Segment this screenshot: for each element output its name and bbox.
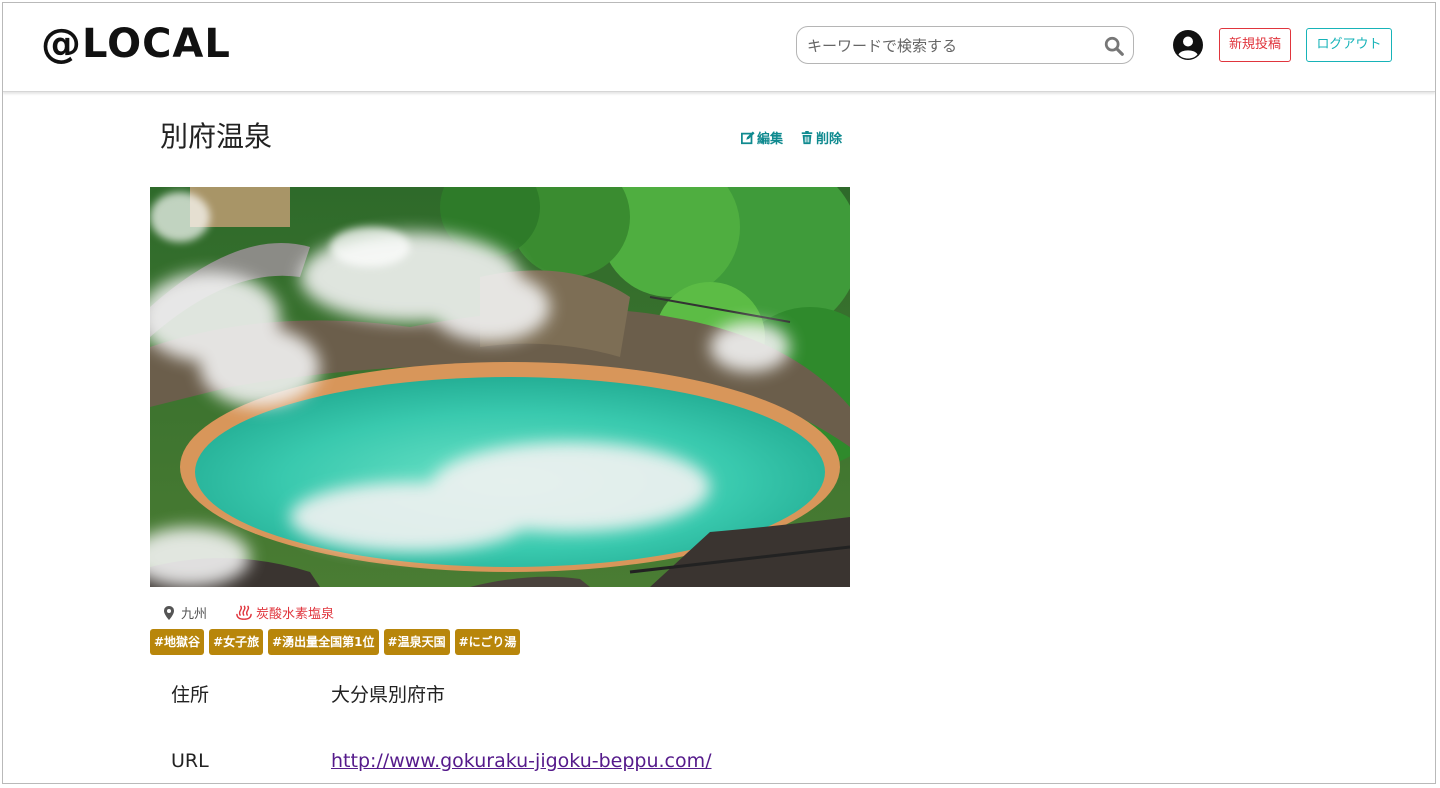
delete-link[interactable]: 削除 (800, 128, 842, 147)
region-info: 九州 (161, 603, 207, 622)
site-logo[interactable]: @LOCAL (41, 20, 231, 68)
url-link[interactable]: http://www.gokuraku-jigoku-beppu.com/ (331, 750, 712, 772)
tag-item[interactable]: #温泉天国 (383, 629, 450, 655)
url-label: URL (171, 750, 209, 772)
post-title: 別府温泉 (160, 120, 273, 153)
map-pin-icon (164, 605, 174, 620)
spring-type-label: 炭酸水素塩泉 (256, 607, 335, 622)
logout-button[interactable]: ログアウト (1306, 28, 1392, 62)
user-circle-icon[interactable] (1173, 30, 1203, 60)
tag-list: #地獄谷 #女子旅 #湧出量全国第1位 #温泉天国 #にごり湯 (150, 629, 521, 655)
trash-icon (801, 130, 813, 144)
tag-item[interactable]: #にごり湯 (454, 629, 521, 655)
edit-link[interactable]: 編集 (741, 128, 783, 147)
search-icon[interactable] (1103, 35, 1125, 57)
search-box (796, 26, 1134, 65)
address-label: 住所 (171, 684, 210, 706)
hot-spring-icon (236, 604, 252, 620)
hot-spring-photo (150, 187, 850, 587)
tag-item[interactable]: #湧出量全国第1位 (268, 629, 379, 655)
site-header: @LOCAL 新規投稿 ログアウト (3, 3, 1435, 92)
region-label: 九州 (181, 607, 208, 622)
edit-label: 編集 (757, 132, 784, 147)
edit-icon (741, 130, 755, 144)
search-input[interactable] (805, 27, 1099, 65)
address-value: 大分県別府市 (331, 684, 446, 706)
tag-item[interactable]: #女子旅 (209, 629, 264, 655)
spring-type-info: 炭酸水素塩泉 (236, 603, 334, 622)
new-post-button[interactable]: 新規投稿 (1219, 28, 1291, 62)
page-frame: @LOCAL 新規投稿 ログアウト 別府温泉 編集 (2, 2, 1436, 784)
tag-item[interactable]: #地獄谷 (150, 629, 205, 655)
delete-label: 削除 (816, 132, 843, 147)
url-value: http://www.gokuraku-jigoku-beppu.com/ (331, 750, 712, 772)
